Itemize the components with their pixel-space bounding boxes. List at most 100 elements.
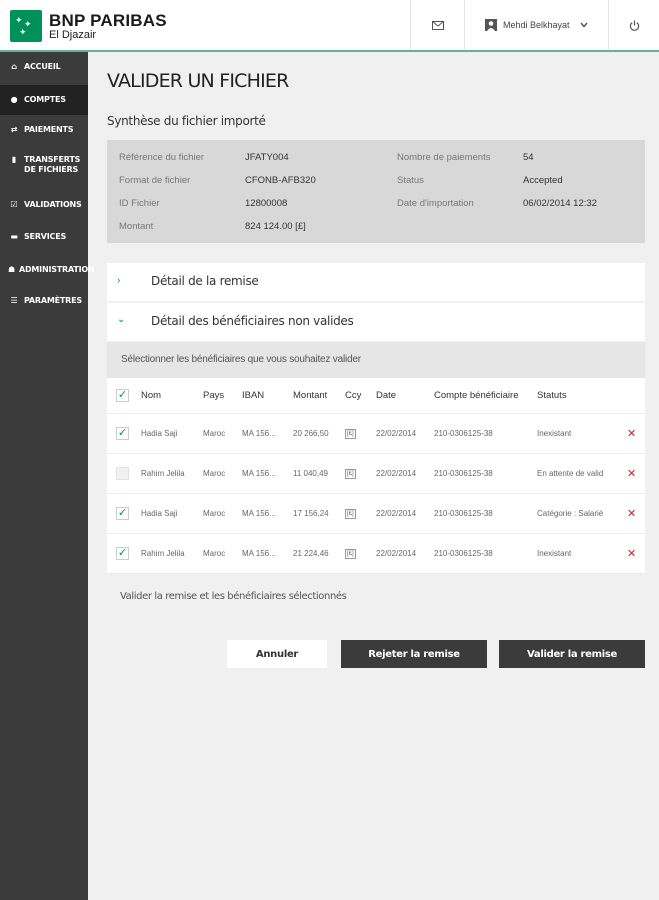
column-header[interactable]: Compte bénéficiaire (434, 378, 519, 413)
file-summary-panel: Référence du fichier JFATY004 Format de … (107, 140, 645, 243)
chevron-down-icon (580, 22, 588, 28)
sidebar-item-validations[interactable]: ☑ VALIDATIONS (0, 200, 88, 214)
messages-button[interactable] (410, 0, 464, 50)
column-header[interactable]: Montant (293, 378, 327, 413)
column-header[interactable]: IBAN (242, 378, 264, 413)
top-bar: ✦ ✦ ✦ BNP PARIBAS El Djazair Mehdi Belkh… (0, 0, 659, 52)
coins-icon: ● (10, 95, 18, 104)
summary-value: 824 124.00 [£] (245, 221, 306, 232)
table-row[interactable]: Rahim Jelila Maroc MA 156... 11 040,49 [… (107, 454, 645, 494)
cell-montant: 11 040,49 (293, 469, 328, 478)
summary-value: 54 (523, 152, 534, 163)
sidebar-item-label: ACCUEIL (24, 62, 61, 71)
close-icon: ✕ (627, 508, 637, 520)
close-icon: ✕ (627, 548, 637, 560)
cell-ccy: [£] (345, 414, 356, 453)
currency-icon: [£] (345, 468, 356, 479)
sidebar-item-comptes[interactable]: ● COMPTES (0, 85, 88, 115)
table-row[interactable]: ✓ Rahim Jelila Maroc MA 156... 21 224,46… (107, 534, 645, 574)
summary-label: Nombre de paiements (397, 152, 491, 163)
sidebar-item-transferts[interactable]: ▮ TRANSFERTS DE FICHIERS (0, 155, 88, 179)
column-header[interactable]: Ccy (345, 378, 361, 413)
cell-montant: 20 266,50 (293, 429, 329, 438)
row-checkbox[interactable]: ✓ (116, 494, 129, 533)
file-icon: ▮ (11, 155, 17, 164)
cell-date: 22/02/2014 (376, 469, 417, 478)
cancel-button[interactable]: Annuler (227, 640, 327, 668)
delete-row-button[interactable]: ✕ (627, 494, 636, 533)
logout-button[interactable] (608, 0, 659, 50)
accordion-title: Détail des bénéficiaires non valides (151, 314, 354, 328)
accordion-remise[interactable]: › Détail de la remise (107, 263, 645, 301)
cell-nom: Hadia Saji (141, 429, 178, 438)
cell-ccy: [£] (345, 454, 356, 493)
cell-statut: Catégorie : Salarié (537, 509, 604, 518)
transfer-icon: ⇄ (10, 125, 18, 134)
cell-ccy: [£] (345, 494, 356, 533)
cell-compte: 210-0306125-38 (434, 429, 493, 438)
table-row[interactable]: ✓ Hadia Saji Maroc MA 156... 20 266,50 [… (107, 414, 645, 454)
sidebar-item-services[interactable]: ▬ SERVICES (0, 232, 88, 246)
cell-montant: 21 224,46 (293, 549, 329, 558)
check-square-icon: ☑ (10, 200, 18, 209)
delete-row-button[interactable]: ✕ (627, 414, 636, 453)
row-checkbox[interactable]: ✓ (116, 534, 129, 573)
validate-selected-link[interactable]: Valider la remise et les bénéficiaires s… (120, 591, 347, 602)
delete-row-button[interactable]: ✕ (627, 454, 636, 493)
sliders-icon: ☰ (10, 296, 18, 305)
reject-button[interactable]: Rejeter la remise (341, 640, 487, 668)
select-hint-text: Sélectionner les bénéficiaires que vous … (121, 354, 361, 365)
sidebar-item-parametres[interactable]: ☰ PARAMÈTRES (0, 296, 88, 310)
table-row[interactable]: ✓ Hadia Saji Maroc MA 156... 17 156,24 [… (107, 494, 645, 534)
envelope-icon (431, 20, 444, 30)
sidebar-item-label: TRANSFERTS DE FICHIERS (24, 155, 80, 175)
sidebar-item-label: PAIEMENTS (24, 125, 74, 134)
cell-compte: 210-0306125-38 (434, 509, 493, 518)
sidebar-item-administration[interactable]: ☗ ADMINISTRATION (0, 265, 95, 279)
cell-statut: Inexistant (537, 549, 572, 558)
cell-iban: MA 156... (242, 549, 276, 558)
currency-icon: [£] (345, 548, 356, 559)
summary-label: Format de fichier (119, 175, 191, 186)
row-checkbox[interactable] (116, 454, 129, 493)
cell-date: 22/02/2014 (376, 549, 417, 558)
cell-nom: Hadia Saji (141, 509, 178, 518)
sidebar-item-label-line1: TRANSFERTS (24, 155, 81, 164)
delete-row-button[interactable]: ✕ (627, 534, 636, 573)
row-checkbox[interactable]: ✓ (116, 414, 129, 453)
accordion-beneficiaires[interactable]: ⌄ Détail des bénéficiaires non valides (107, 303, 645, 341)
summary-label: Status (397, 175, 424, 186)
bnp-logo[interactable]: ✦ ✦ ✦ (10, 10, 42, 42)
cell-iban: MA 156... (242, 509, 276, 518)
validate-button[interactable]: Valider la remise (499, 640, 645, 668)
column-header[interactable]: Nom (141, 378, 161, 413)
brand-name: BNP PARIBAS El Djazair (49, 12, 167, 41)
currency-icon: [£] (345, 428, 356, 439)
summary-value: Accepted (523, 175, 563, 186)
select-hint: Sélectionner les bénéficiaires que vous … (107, 342, 645, 378)
column-header[interactable]: Pays (203, 378, 224, 413)
sidebar-item-accueil[interactable]: ⌂ ACCUEIL (0, 62, 88, 76)
select-all-checkbox[interactable]: ✓ (116, 378, 129, 413)
users-icon: ☗ (8, 265, 15, 274)
sidebar-item-label: ADMINISTRATION (18, 265, 95, 274)
summary-value: CFONB-AFB320 (245, 175, 316, 186)
sidebar-item-paiements[interactable]: ⇄ PAIEMENTS (0, 125, 88, 139)
power-icon (629, 19, 639, 31)
summary-label: Date d'importation (397, 198, 474, 209)
home-icon: ⌂ (11, 62, 17, 71)
brand-title: BNP PARIBAS (49, 11, 167, 30)
summary-value: 12800008 (245, 198, 288, 209)
sidebar-item-label: SERVICES (24, 232, 67, 241)
cell-date: 22/02/2014 (376, 509, 417, 518)
summary-value: 06/02/2014 12:32 (523, 198, 597, 209)
summary-label: Montant (119, 221, 154, 232)
main-content: VALIDER UN FICHIER Synthèse du fichier i… (88, 52, 659, 900)
summary-title: Synthèse du fichier importé (107, 114, 266, 128)
cell-montant: 17 156,24 (293, 509, 329, 518)
user-menu[interactable]: Mehdi Belkhayat (464, 0, 608, 50)
column-header[interactable]: Date (376, 378, 396, 413)
column-header[interactable]: Statuts (537, 378, 567, 413)
beneficiaries-table: ✓ Nom Pays IBAN Montant Ccy Date Compte … (107, 378, 645, 574)
user-name: Mehdi Belkhayat (503, 20, 570, 30)
